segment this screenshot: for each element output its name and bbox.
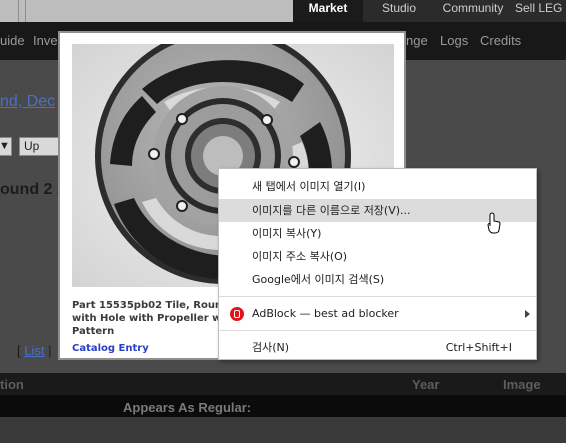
row-label: Appears As Regular:: [123, 400, 252, 415]
bracket: [: [17, 343, 21, 358]
context-menu: 새 탭에서 이미지 열기(I) 이미지를 다른 이름으로 저장(V)... 이미…: [218, 168, 537, 360]
menu-item-label: 이미지를 다른 이름으로 저장(V)...: [252, 204, 411, 217]
tab-community[interactable]: Community: [435, 0, 511, 22]
nav-item-credits[interactable]: Credits: [480, 33, 521, 48]
menu-item-label: Google에서 이미지 검색(S): [252, 273, 385, 286]
sort-dropdown-arrow[interactable]: ▼: [0, 137, 12, 156]
submenu-arrow-icon: [525, 310, 530, 318]
nav-item-logs[interactable]: Logs: [440, 33, 468, 48]
search-box[interactable]: [0, 0, 293, 22]
catalog-entry-link[interactable]: Catalog Entry: [72, 343, 149, 354]
nav-item-inventory[interactable]: Inve: [33, 33, 58, 48]
menu-item-shortcut: Ctrl+Shift+I: [445, 341, 512, 354]
tab-market[interactable]: Market: [293, 0, 363, 22]
nav-item-guide[interactable]: uide: [0, 33, 25, 48]
nav-item-exchange[interactable]: nge: [406, 33, 428, 48]
menu-item-label: 이미지 주소 복사(O): [252, 250, 348, 263]
menu-separator: [219, 296, 536, 297]
column-description[interactable]: tion: [0, 377, 24, 392]
menu-item-adblock[interactable]: AdBlock — best ad blocker: [219, 302, 536, 325]
menu-item-search-google-image[interactable]: Google에서 이미지 검색(S): [219, 268, 536, 291]
menu-item-label: 새 탭에서 이미지 열기(I): [252, 180, 366, 193]
table-header: tion Year Image: [0, 373, 566, 395]
column-image[interactable]: Image: [503, 377, 541, 392]
table-row: Appears As Regular:: [0, 395, 566, 417]
divider: [25, 0, 26, 22]
menu-item-label: 이미지 복사(Y): [252, 227, 322, 240]
tab-studio[interactable]: Studio: [363, 0, 435, 22]
menu-item-inspect[interactable]: 검사(N) Ctrl+Shift+I: [219, 336, 536, 359]
page-title-link[interactable]: nd, Dec: [0, 93, 55, 111]
divider: [18, 0, 19, 22]
separator: |: [48, 343, 52, 358]
menu-item-label: 검사(N): [252, 341, 290, 354]
table-footer: [0, 417, 566, 443]
column-year[interactable]: Year: [412, 377, 439, 392]
tab-sell[interactable]: Sell LEG: [511, 0, 566, 22]
section-heading: ound 2 x: [0, 181, 66, 198]
adblock-icon: [230, 307, 244, 321]
menu-item-copy-image-address[interactable]: 이미지 주소 복사(O): [219, 245, 536, 268]
list-link[interactable]: List: [24, 343, 44, 358]
top-bar: Market Studio Community Sell LEG: [0, 0, 566, 22]
list-view-toggle: [ List |: [17, 343, 52, 358]
menu-item-label: AdBlock — best ad blocker: [252, 307, 399, 320]
mouse-cursor-icon: [487, 212, 501, 234]
menu-item-open-image-new-tab[interactable]: 새 탭에서 이미지 열기(I): [219, 175, 536, 198]
menu-separator: [219, 330, 536, 331]
